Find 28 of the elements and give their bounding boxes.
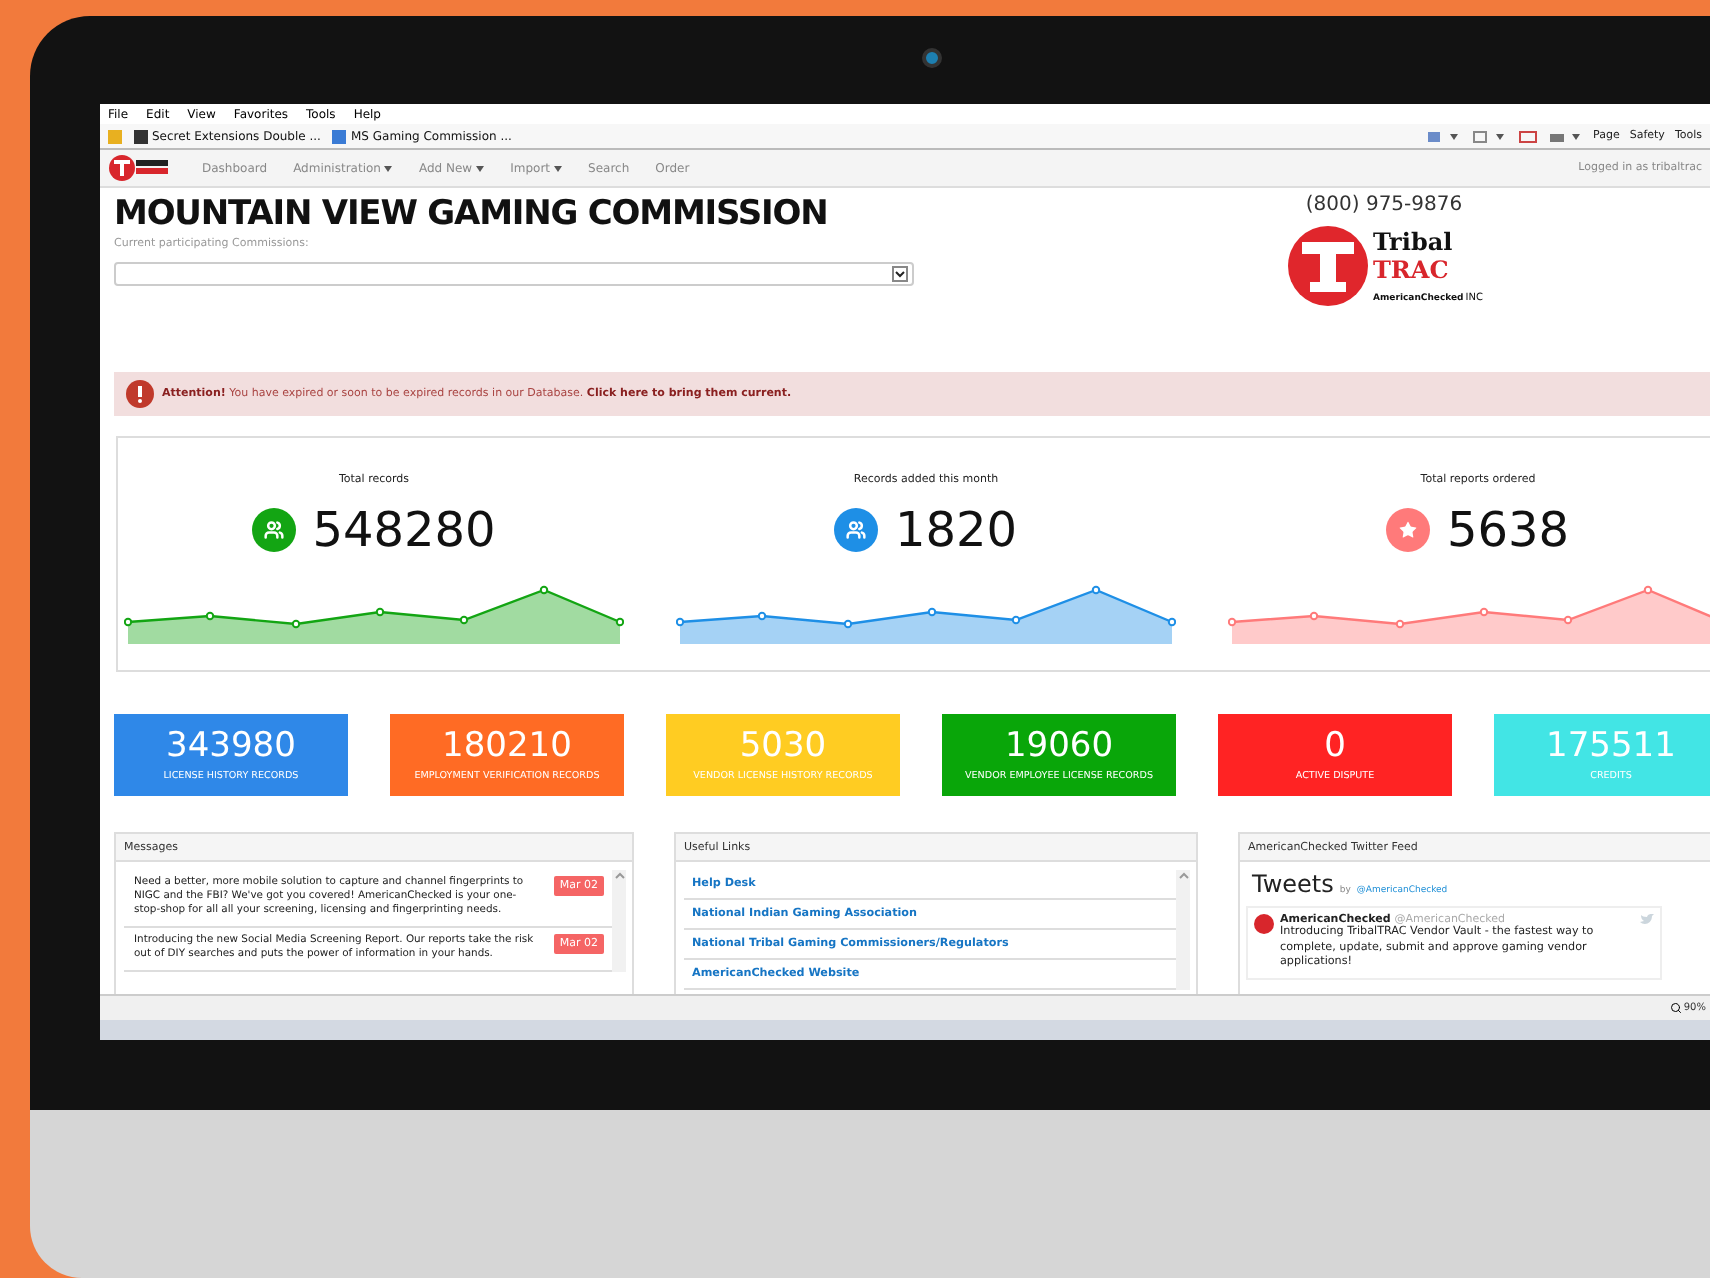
caret-icon [554,165,563,171]
stat-value: 5638 [1446,502,1570,558]
phone-number: (800) 975-9876 [1305,194,1463,216]
card-value: 0 [1324,729,1346,763]
caret-icon [476,165,485,171]
card-value: 343980 [166,729,296,763]
avatar-icon [1254,914,1274,934]
scrollbar[interactable] [612,870,626,973]
logo-text: Tribal [1373,228,1455,256]
caret-icon [384,165,393,171]
card-value: 5030 [739,729,827,763]
stat-value: 548280 [312,502,496,558]
stat-value: 1820 [894,502,1018,558]
zoom-icon[interactable] [1669,1002,1682,1014]
logo-text: TRAC [1373,256,1451,284]
dropdown-icon [892,266,908,282]
tweets-heading: Tweets [1252,870,1334,898]
card-value: 175511 [1546,729,1676,763]
logo-emblem-icon [1285,224,1369,308]
camera-icon [922,48,942,68]
card-value: 180210 [442,729,572,763]
bird-icon [1640,914,1654,926]
scrollbar[interactable] [1176,870,1190,990]
scroll-up-icon[interactable] [1177,870,1189,880]
alert-icon [126,380,154,408]
card-value: 19060 [1004,729,1114,763]
page-title: MOUNTAIN VIEW GAMING COMMISSION [114,194,830,234]
scroll-up-icon[interactable] [613,870,625,880]
